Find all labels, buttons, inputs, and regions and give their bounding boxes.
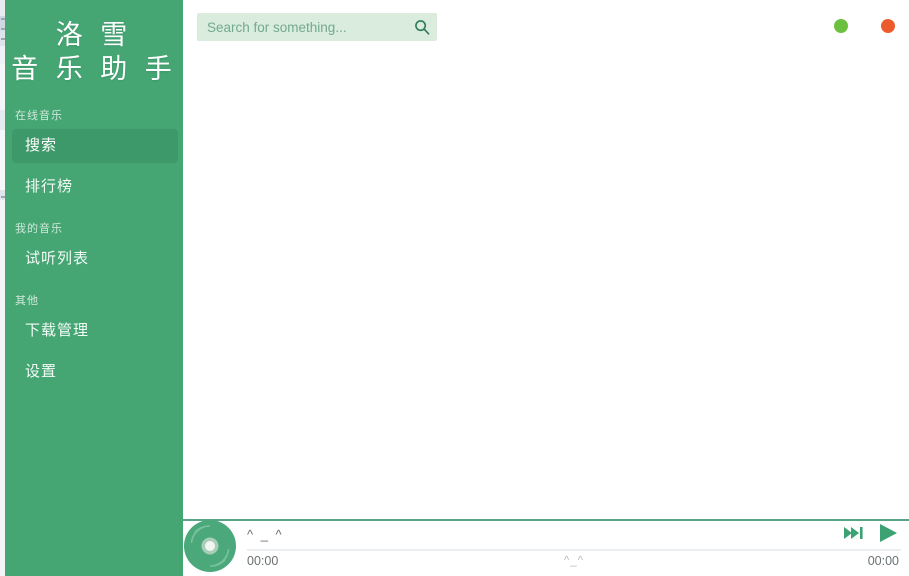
search-input[interactable] <box>197 19 407 35</box>
play-icon <box>880 524 897 542</box>
app-logo: 洛 雪 音 乐 助 手 <box>5 0 183 86</box>
play-button[interactable] <box>877 522 899 549</box>
sidebar-section-other: 其他 下载管理 设置 <box>5 293 183 389</box>
song-title: ^ _ ^ <box>247 527 284 542</box>
sidebar-nav: 在线音乐 搜索 排行榜 我的音乐 试听列表 其他 下载管理 设置 <box>5 108 183 389</box>
player-bottom-row: 00:00 ^_^ 00:00 <box>247 549 901 574</box>
minimize-button[interactable] <box>834 19 848 33</box>
app-window: 洛 雪 音 乐 助 手 在线音乐 搜索 排行榜 我的音乐 试听列表 其他 下载管… <box>0 0 909 576</box>
next-track-button[interactable] <box>843 524 865 547</box>
sidebar-section-online-music: 在线音乐 搜索 排行榜 <box>5 108 183 204</box>
sidebar-item-settings[interactable]: 设置 <box>12 355 178 389</box>
sidebar-section-label-online-music: 在线音乐 <box>15 110 63 122</box>
sidebar-item-search[interactable]: 搜索 <box>12 129 178 163</box>
sidebar-section-my-music: 我的音乐 试听列表 <box>5 221 183 276</box>
sidebar-item-download-manager[interactable]: 下载管理 <box>12 314 178 348</box>
skip-next-icon <box>844 527 863 539</box>
window-controls <box>834 19 895 33</box>
close-button[interactable] <box>881 19 895 33</box>
logo-line-2: 音 乐 助 手 <box>11 54 177 84</box>
logo-line-1: 洛 雪 <box>55 20 133 50</box>
sidebar-bottom-fill <box>5 519 183 576</box>
main-content <box>183 0 909 519</box>
search-box[interactable] <box>197 13 437 41</box>
content-empty-area <box>183 54 909 519</box>
player-top-row: ^ _ ^ <box>247 521 901 551</box>
player-body: ^ _ ^ 00:00 ^_^ 00:00 <box>247 521 901 576</box>
sidebar-item-listen-list[interactable]: 试听列表 <box>12 242 178 276</box>
sidebar-item-leaderboard[interactable]: 排行榜 <box>12 170 178 204</box>
player-bar: ^ _ ^ 00:00 ^_^ 00:00 <box>183 519 909 576</box>
search-icon[interactable] <box>407 19 437 35</box>
total-time: 00:00 <box>867 554 899 568</box>
lyric-text: ^_^ <box>563 555 585 567</box>
top-bar <box>183 0 909 54</box>
sidebar: 洛 雪 音 乐 助 手 在线音乐 搜索 排行榜 我的音乐 试听列表 其他 下载管… <box>5 0 183 576</box>
album-art[interactable] <box>183 519 237 573</box>
player-controls <box>843 522 899 549</box>
sidebar-section-label-my-music: 我的音乐 <box>15 223 63 235</box>
sidebar-section-label-other: 其他 <box>15 295 39 307</box>
vinyl-disc-icon <box>184 520 236 572</box>
